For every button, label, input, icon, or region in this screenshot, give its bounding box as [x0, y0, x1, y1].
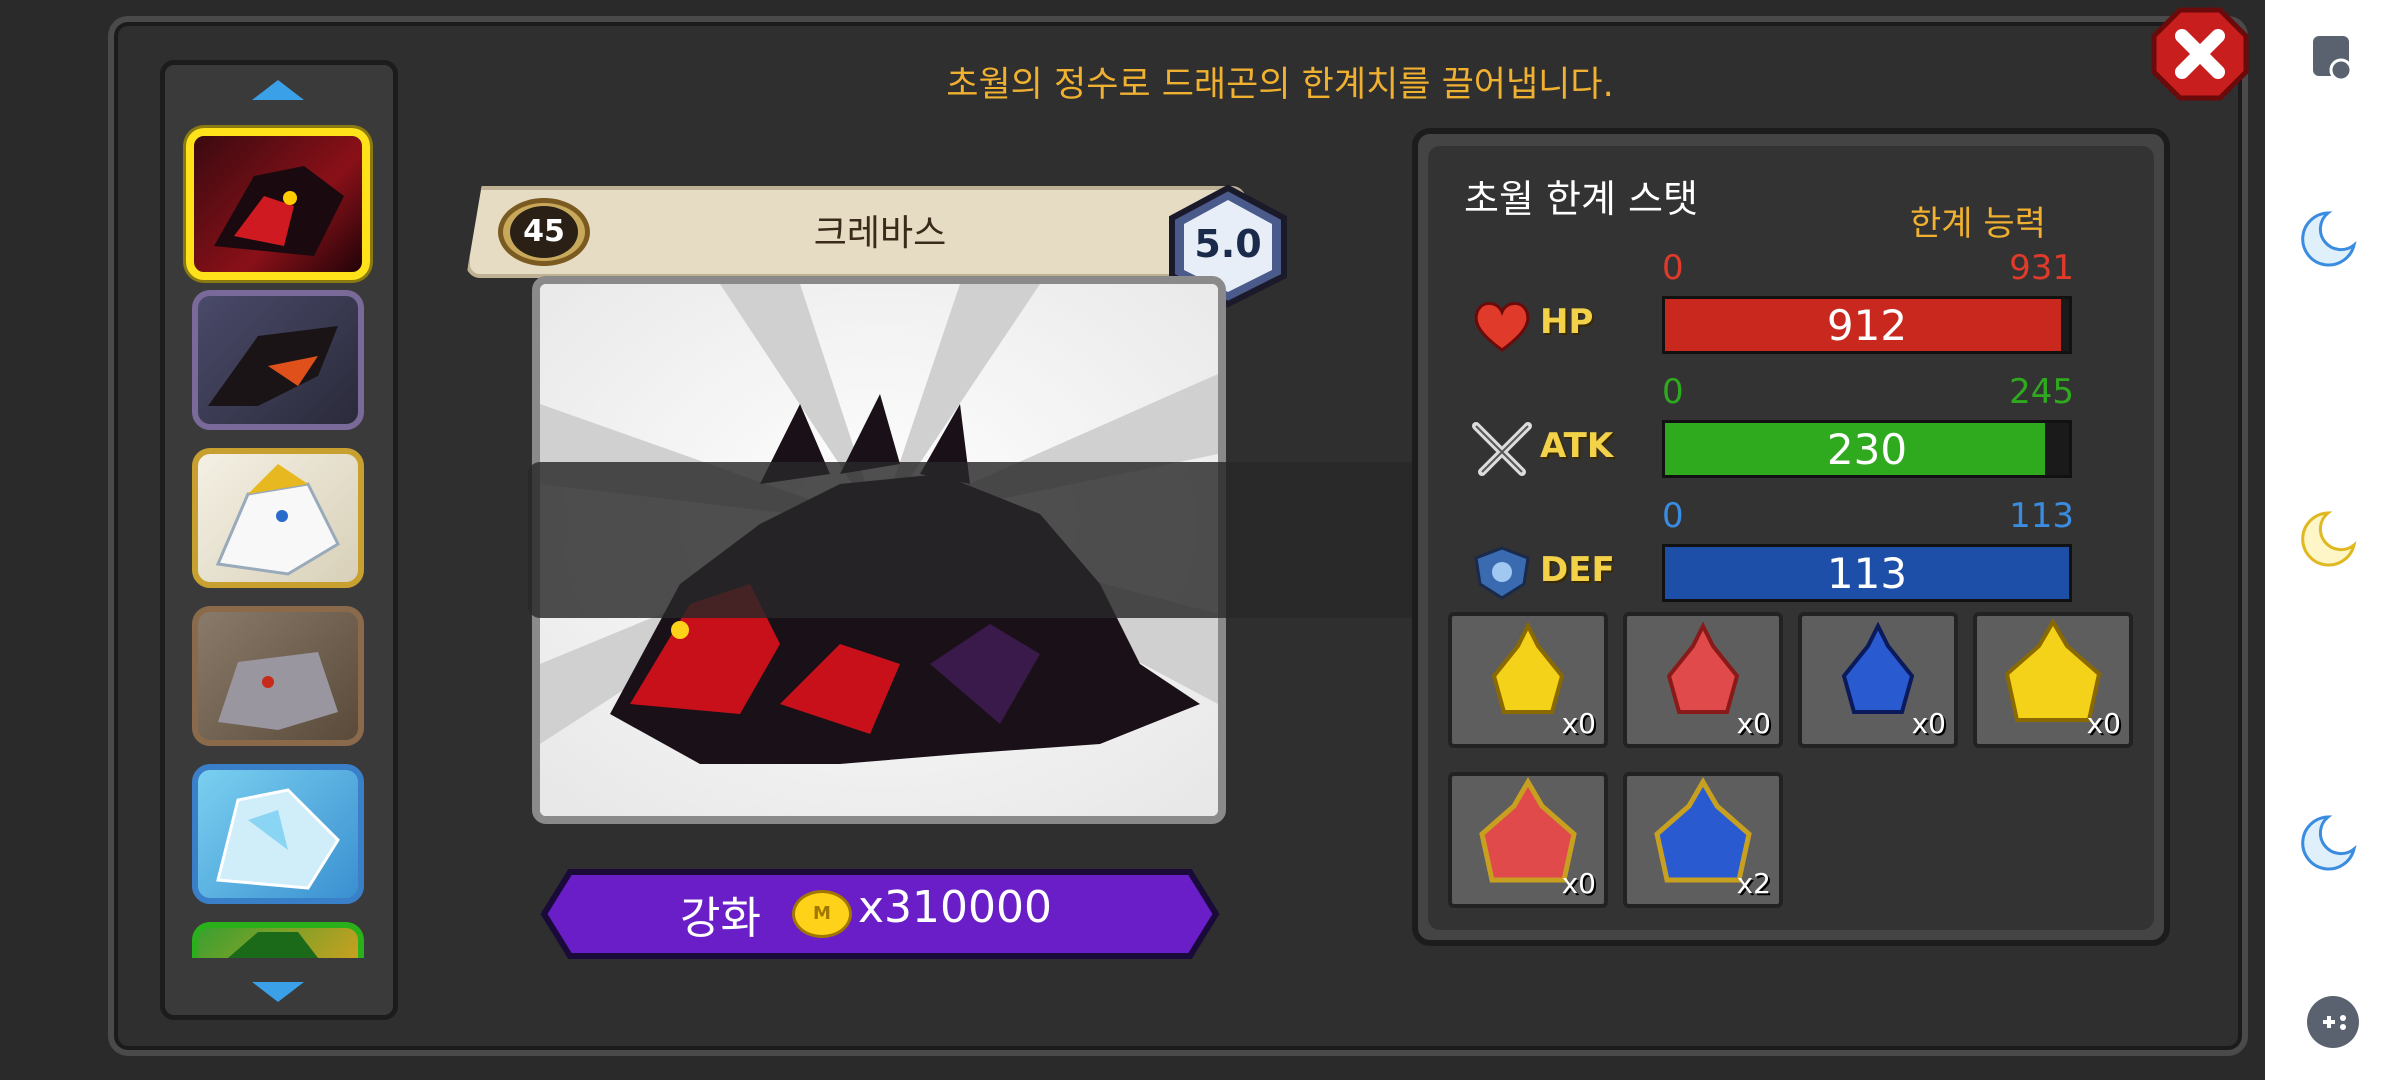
white-gold-dragon-icon [215, 464, 340, 576]
def-min: 0 [1662, 496, 1684, 536]
scroll-up-arrow-icon[interactable] [252, 80, 304, 100]
stat-title: 초월 한계 스탯 [1464, 177, 1698, 221]
hp-value: 912 [1826, 301, 1908, 350]
item-slot[interactable]: x0 [1623, 612, 1783, 748]
enhance-cost: x310000 [858, 882, 1053, 933]
scroll-down-arrow-icon[interactable] [252, 982, 304, 1002]
hp-max: 931 [2009, 248, 2074, 288]
hp-bar: 912 [1662, 296, 2072, 354]
def-value: 113 [1826, 549, 1908, 598]
atk-bar: 230 [1662, 420, 2072, 478]
green-dragon-icon [228, 932, 318, 958]
hp-min: 0 [1662, 248, 1684, 288]
red-black-dragon-icon [214, 166, 344, 256]
dragon-name: 크레바스 [813, 213, 947, 254]
def-bar: 113 [1662, 544, 2072, 602]
item-count: x0 [2086, 707, 2121, 740]
coin-icon: M [792, 890, 852, 938]
moon-icon[interactable] [2265, 200, 2400, 280]
touch-lock-icon[interactable] [2265, 26, 2400, 90]
shield-icon [1470, 544, 1534, 606]
gamepad-icon[interactable] [2265, 990, 2400, 1054]
window-title: 초월의 정수로 드래곤의 한계치를 끌어냅니다. [946, 65, 1614, 105]
crossed-swords-icon [1470, 420, 1534, 484]
dragon-list-item[interactable] [186, 128, 370, 280]
atk-max: 245 [2009, 372, 2074, 412]
def-label: DEF [1540, 550, 1615, 590]
item-count: x0 [1911, 707, 1946, 740]
dragon-list-item[interactable] [192, 290, 364, 430]
item-count: x0 [1736, 707, 1771, 740]
atk-value: 230 [1826, 425, 1908, 474]
def-max: 113 [2009, 496, 2074, 536]
atk-label: ATK [1540, 426, 1614, 466]
level-badge: 45 [498, 198, 590, 266]
dragon-list-item[interactable] [192, 448, 364, 588]
hp-label: HP [1540, 302, 1594, 342]
atk-min: 0 [1662, 372, 1684, 412]
dragon-list-item[interactable] [192, 922, 364, 958]
item-slot[interactable]: x0 [1448, 772, 1608, 908]
dark-dragon-icon [208, 326, 338, 406]
item-slot[interactable]: x0 [1798, 612, 1958, 748]
system-sidebar [2265, 0, 2400, 1080]
enhance-label: 강화 [680, 893, 761, 944]
moon-icon[interactable] [2265, 500, 2400, 580]
item-slot[interactable]: x2 [1623, 772, 1783, 908]
level-value: 45 [510, 206, 578, 258]
heart-icon [1470, 298, 1534, 358]
dragon-list-item[interactable] [192, 764, 364, 904]
item-slot[interactable]: x0 [1973, 612, 2133, 748]
ice-dragon-icon [216, 788, 340, 890]
close-button[interactable] [2150, 6, 2250, 102]
dragon-list-item[interactable] [192, 606, 364, 746]
item-slot[interactable]: x0 [1448, 612, 1608, 748]
item-count: x2 [1736, 867, 1771, 900]
item-count: x0 [1561, 867, 1596, 900]
close-icon [2151, 7, 2249, 101]
moon-icon[interactable] [2265, 804, 2400, 884]
gray-dragon-icon [218, 652, 338, 730]
limit-label: 한계 능력 [1910, 204, 2046, 244]
item-count: x0 [1561, 707, 1596, 740]
grade-value: 5.0 [1194, 222, 1262, 266]
